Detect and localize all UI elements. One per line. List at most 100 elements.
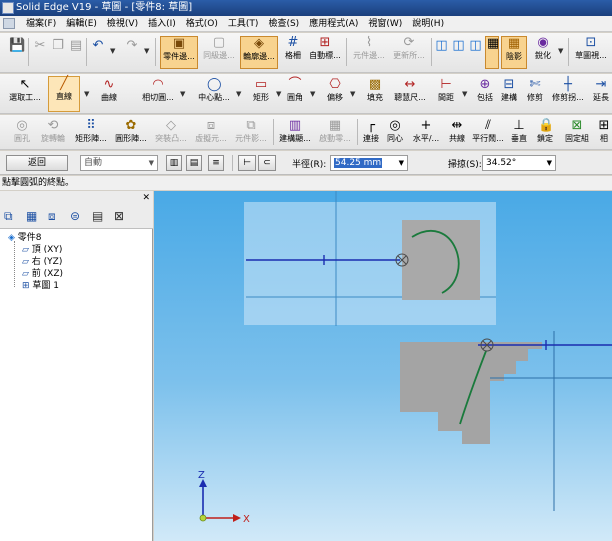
menu-window[interactable]: 視窗(W) <box>363 16 407 32</box>
tree-item-right[interactable]: ▱ 右 (YZ) <box>22 257 62 268</box>
offset-button[interactable]: ⎔ 偏移 <box>322 78 348 111</box>
construction-display-button[interactable]: ▥ 建構顯... <box>276 119 314 147</box>
menu-help[interactable]: 說明(H) <box>407 16 449 32</box>
menu-format[interactable]: 格式(O) <box>181 16 223 32</box>
sharpen-button[interactable]: ◉ 銳化 <box>530 36 556 69</box>
view-top-button[interactable]: ◫ <box>451 39 466 54</box>
undo-dropdown[interactable]: ▼ <box>110 47 115 55</box>
tree-item-top[interactable]: ▱ 頂 (XY) <box>22 245 62 256</box>
more-constraints-button[interactable]: ⊞ 相 <box>596 119 612 147</box>
shade-button[interactable]: ▦ 陰影 <box>501 36 527 69</box>
component-image-button[interactable]: ⧉ 元件影... <box>232 119 270 147</box>
lock-button[interactable]: 🔒 鎖定 <box>534 119 556 147</box>
fillet-button[interactable]: ⌒ 圓角 <box>282 78 308 111</box>
line-dropdown[interactable]: ▼ <box>84 90 89 98</box>
cut-button[interactable]: ✂ <box>32 39 48 54</box>
rect-pattern-button[interactable]: ⠿ 矩形陣... <box>72 119 110 147</box>
menu-tools[interactable]: 工具(T) <box>223 16 264 32</box>
rectangle-button[interactable]: ▭ 矩形 <box>248 78 274 111</box>
protrude-button[interactable]: ◇ 突裝凸... <box>152 119 190 147</box>
parts-library-button[interactable]: ▣ 零件邊... <box>160 36 198 69</box>
spacing-dropdown[interactable]: ▼ <box>462 90 467 98</box>
center-point-button[interactable]: ◯ 中心點... <box>194 78 234 111</box>
spacing-button[interactable]: ⊢ 間距 <box>432 78 460 111</box>
arc-mode-button[interactable]: ⊂ <box>258 155 276 171</box>
activate-part-button[interactable]: ▦ 啟動零... <box>316 119 354 147</box>
concentric-button[interactable]: ◎ 同心 <box>384 119 406 147</box>
drawing-canvas[interactable]: Z X <box>154 191 612 541</box>
close-icon[interactable]: ✕ <box>142 193 150 203</box>
plane-icon: ▱ <box>22 245 29 255</box>
horizontal-vertical-button[interactable]: + 水平/... <box>408 119 444 147</box>
menu-view[interactable]: 檢視(V) <box>102 16 143 32</box>
copy-button[interactable]: ❐ <box>50 39 66 54</box>
wireframe-button[interactable]: ▦ <box>485 36 499 69</box>
view-front-button[interactable]: ◫ <box>468 39 483 54</box>
center-point-dropdown[interactable]: ▼ <box>236 90 241 98</box>
sharpen-dropdown[interactable]: ▼ <box>558 47 563 55</box>
sketch-view-button[interactable]: ⊡ 草圖視... <box>572 36 610 69</box>
menu-edit[interactable]: 編輯(E) <box>61 16 102 32</box>
tab-library[interactable]: ⊜ <box>70 209 86 225</box>
redo-dropdown[interactable]: ▼ <box>144 47 149 55</box>
offset-dropdown[interactable]: ▼ <box>350 90 355 98</box>
tree-connector <box>14 241 15 287</box>
curve-button[interactable]: ∿ 曲線 <box>96 78 122 111</box>
line-button[interactable]: ╱ 直線 <box>48 76 80 112</box>
protrude-icon: ◇ <box>166 118 176 133</box>
update-all-button[interactable]: ⟳ 更新所... <box>390 36 428 69</box>
ribbon-option-3[interactable]: ≡ <box>208 155 224 171</box>
undo-button[interactable]: ↶ <box>90 39 106 54</box>
sweep-input[interactable]: 34.52° ▼ <box>482 155 556 171</box>
tab-feature-tree[interactable]: ⧉ <box>4 209 20 225</box>
connect-button[interactable]: ┌ 連接 <box>360 119 382 147</box>
tree-item-front[interactable]: ▱ 前 (XZ) <box>22 269 63 280</box>
menu-inspect[interactable]: 檢查(S) <box>263 16 304 32</box>
redo-button[interactable]: ↷ <box>124 39 140 54</box>
auto-dimension-button[interactable]: ⊞ 自動標... <box>308 36 342 69</box>
fixed-set-button[interactable]: ⊠ 固定組 <box>562 119 592 147</box>
ribbon-option-2[interactable]: ▤ <box>186 155 202 171</box>
smart-dimension-button[interactable]: ↔ 聰慧尺... <box>390 78 430 111</box>
tangent-dropdown[interactable]: ▼ <box>180 90 185 98</box>
back-button[interactable]: 返回 <box>6 155 68 171</box>
trim-button[interactable]: ✄ 修剪 <box>524 78 546 111</box>
tab-layers[interactable]: ▦ <box>26 209 42 225</box>
extend-button[interactable]: ⇥ 延長 <box>590 78 612 111</box>
grid-button[interactable]: # 格柵 <box>280 36 306 69</box>
line-mode-button[interactable]: ⊢ <box>238 155 256 171</box>
radius-label: 半徑(R): <box>292 160 327 170</box>
fillet-dropdown[interactable]: ▼ <box>310 90 315 98</box>
tab-edgebar[interactable]: ⊠ <box>114 209 130 225</box>
rectangle-dropdown[interactable]: ▼ <box>276 90 281 98</box>
build-button[interactable]: ⊟ 建構 <box>498 78 520 111</box>
save-button[interactable]: 💾 <box>8 39 25 54</box>
virtual-component-button[interactable]: ⧈ 虛擬元... <box>192 119 230 147</box>
tab-sensors[interactable]: ▤ <box>92 209 108 225</box>
menu-applications[interactable]: 應用程式(A) <box>304 16 363 32</box>
parallel-button[interactable]: ⫽ 平行鬧... <box>470 119 506 147</box>
revolve-button[interactable]: ⟲ 旋轉輪 <box>38 119 68 147</box>
mode-select[interactable]: 自動 ▼ <box>80 155 158 171</box>
view-iso-button[interactable]: ◫ <box>434 39 449 54</box>
document-icon[interactable] <box>3 18 15 29</box>
perpendicular-button[interactable]: ⊥ 垂直 <box>508 119 530 147</box>
menu-insert[interactable]: 插入(I) <box>143 16 181 32</box>
same-level-edge-button[interactable]: ▢ 同級邊... <box>200 36 238 69</box>
collinear-button[interactable]: ⇹ 共線 <box>446 119 468 147</box>
trim-corner-button[interactable]: ┼ 修剪拐... <box>550 78 586 111</box>
contour-edge-button[interactable]: ◈ 輪廓邊... <box>240 36 278 69</box>
tangent-arc-button[interactable]: ◠ 相切圓... <box>138 78 178 111</box>
hole-button[interactable]: ◎ 圓孔 <box>8 119 36 147</box>
ribbon-option-1[interactable]: ▥ <box>166 155 182 171</box>
menu-file[interactable]: 檔案(F) <box>21 16 61 32</box>
circ-pattern-button[interactable]: ✿ 圓形陣... <box>112 119 150 147</box>
paste-button[interactable]: ▤ <box>68 39 84 54</box>
feature-edge-button[interactable]: ⌇ 元件邊... <box>350 36 388 69</box>
include-button[interactable]: ⊕ 包括 <box>474 78 496 111</box>
fill-button[interactable]: ▩ 填充 <box>362 78 388 111</box>
radius-input[interactable]: 54.25 mm ▼ <box>330 155 408 171</box>
tree-item-sketch[interactable]: ⊞ 草圖 1 <box>22 281 59 292</box>
select-tool-button[interactable]: ↖ 選取工... <box>6 78 44 111</box>
tab-family[interactable]: ⧈ <box>48 209 64 225</box>
